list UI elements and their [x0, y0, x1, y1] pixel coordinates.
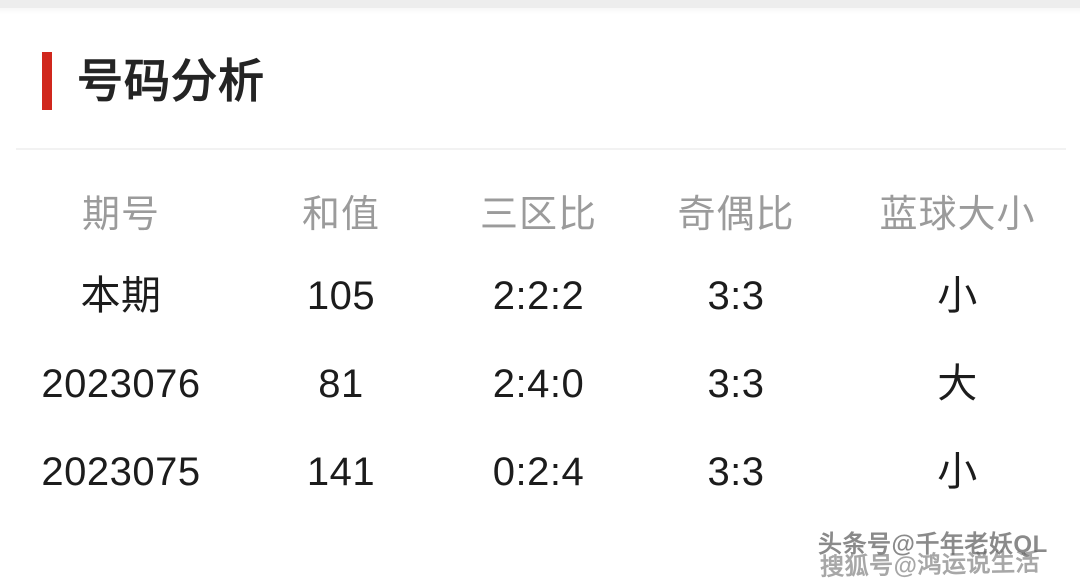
number-analysis-table: 期号 和值 三区比 奇偶比 蓝球大小 本期 105 2:2:2 3:3 小 20…: [0, 178, 1080, 516]
cell-sum: 81: [318, 362, 364, 406]
cell-zone-ratio: 0:2:4: [492, 450, 585, 494]
column-header-zone-ratio: 三区比: [479, 194, 597, 236]
column-header-sum: 和值: [301, 194, 380, 236]
cell-blue-ball-size: 小: [937, 274, 978, 318]
section-header: 号码分析: [0, 44, 1080, 118]
watermark-toutiao: 头条号@千年老妖QL: [818, 531, 1048, 558]
cell-odd-even-ratio: 3:3: [707, 274, 765, 318]
cell-sum: 141: [306, 450, 376, 494]
cell-blue-ball-size: 小: [937, 450, 978, 494]
column-header-issue: 期号: [81, 194, 160, 236]
cell-odd-even-ratio: 3:3: [707, 362, 765, 406]
column-header-blue-ball-size: 蓝球大小: [879, 194, 1036, 236]
header-divider: [16, 148, 1066, 150]
table-row: 本期 105 2:2:2 3:3 小: [0, 252, 1080, 340]
cell-zone-ratio: 2:2:2: [492, 274, 585, 318]
cell-blue-ball-size: 大: [937, 362, 978, 406]
page-title: 号码分析: [77, 55, 265, 107]
cell-issue: 本期: [80, 274, 162, 318]
top-strip-shadow: [0, 8, 1080, 14]
table-header-row: 期号 和值 三区比 奇偶比 蓝球大小: [0, 178, 1080, 252]
cell-sum: 105: [306, 274, 376, 318]
cell-issue: 2023076: [41, 362, 201, 406]
cell-issue: 2023075: [41, 450, 201, 494]
cell-odd-even-ratio: 3:3: [707, 450, 765, 494]
top-status-strip: [0, 0, 1080, 8]
column-header-odd-even-ratio: 奇偶比: [677, 194, 795, 236]
accent-bar-icon: [42, 52, 52, 110]
table-row: 2023076 81 2:4:0 3:3 大: [0, 340, 1080, 428]
watermark-sohu: 搜狐号@鸿运说生活: [819, 549, 1041, 581]
table-row: 2023075 141 0:2:4 3:3 小: [0, 428, 1080, 516]
cell-zone-ratio: 2:4:0: [492, 362, 585, 406]
